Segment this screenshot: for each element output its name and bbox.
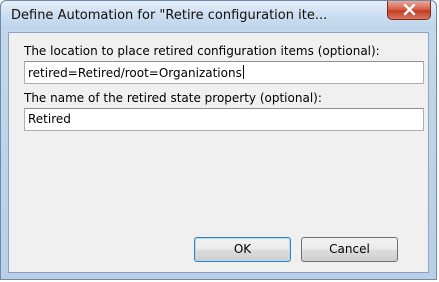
state-label: The name of the retired state property (… [24, 91, 322, 105]
location-input[interactable]: retired=Retired/root=Organizations [24, 61, 424, 84]
dialog-window: Define Automation for "Retire configurat… [0, 0, 437, 280]
close-icon [403, 4, 416, 16]
dialog-content: The location to place retired configurat… [8, 32, 429, 273]
dialog-title: Define Automation for "Retire configurat… [11, 8, 328, 23]
location-input-value: retired=Retired/root=Organizations [28, 66, 242, 80]
state-input[interactable]: Retired [24, 108, 424, 131]
ok-button[interactable]: OK [194, 237, 291, 262]
state-input-value: Retired [28, 112, 71, 126]
close-button[interactable] [387, 1, 431, 20]
text-caret [242, 65, 244, 79]
title-bar[interactable]: Define Automation for "Retire configurat… [1, 1, 436, 31]
cancel-button[interactable]: Cancel [301, 237, 398, 262]
location-label: The location to place retired configurat… [24, 44, 380, 58]
